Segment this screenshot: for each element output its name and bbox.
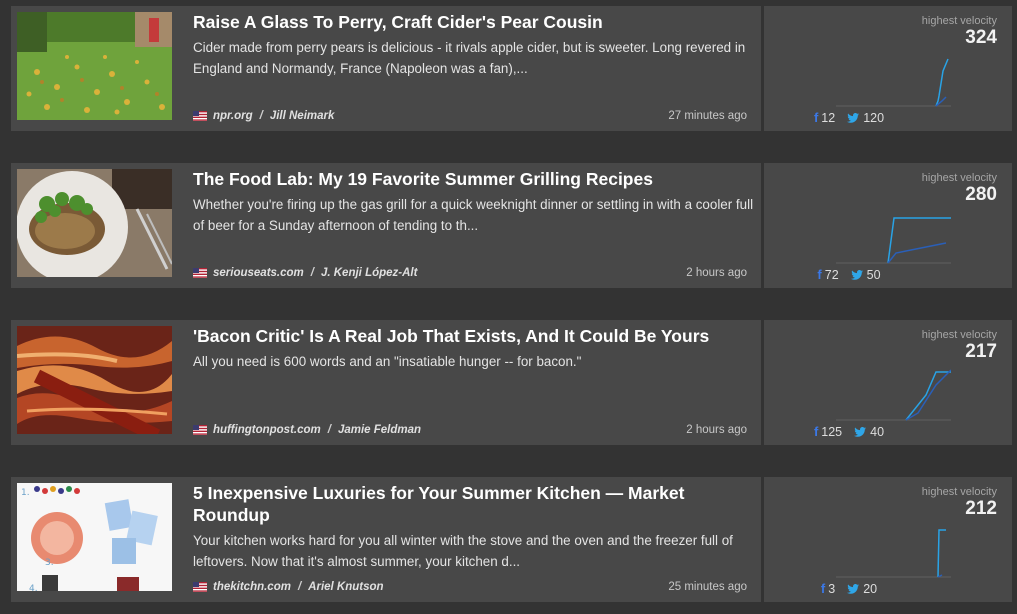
social-counts: f 125 40	[764, 424, 934, 439]
source-link[interactable]: thekitchn.com	[213, 581, 291, 593]
social-counts: f 3 20	[764, 581, 934, 596]
bacon-image	[17, 326, 172, 434]
twitter-icon	[854, 426, 867, 437]
facebook-icon: f	[817, 267, 822, 282]
velocity-sparkline	[836, 208, 951, 264]
article-description: All you need is 600 words and an "insati…	[193, 354, 582, 369]
article-thumbnail[interactable]: 1. 3. 4.	[17, 483, 172, 591]
article-card: The Food Lab: My 19 Favorite Summer Gril…	[11, 163, 1012, 288]
twitter-count: 50	[866, 267, 881, 282]
velocity-label: highest velocity	[921, 329, 997, 341]
article-main: 1. 3. 4. 5 Inexpensive Luxuries for Your…	[11, 477, 761, 602]
kitchen-products-image: 1. 3. 4.	[17, 483, 172, 591]
article-main: 'Bacon Critic' Is A Real Job That Exists…	[11, 320, 761, 445]
article-description: Cider made from perry pears is delicious…	[193, 40, 746, 76]
source-link[interactable]: huffingtonpost.com	[213, 424, 321, 436]
article-title[interactable]: The Food Lab: My 19 Favorite Summer Gril…	[193, 168, 753, 190]
twitter-count: 120	[863, 110, 885, 125]
pears-on-grass-image	[17, 12, 172, 120]
velocity-value: 212	[965, 498, 997, 519]
twitter-icon	[850, 269, 863, 280]
author-link[interactable]: Jamie Feldman	[338, 424, 421, 436]
velocity-panel: highest velocity 212 f 3 20	[764, 477, 1012, 602]
article-meta: huffingtonpost.com / Jamie Feldman	[193, 424, 421, 436]
article-card: 1. 3. 4. 5 Inexpensive Luxuries for Your…	[11, 477, 1012, 602]
us-flag-icon	[193, 582, 207, 592]
velocity-panel: highest velocity 324 f 12 120	[764, 6, 1012, 131]
article-title[interactable]: 5 Inexpensive Luxuries for Your Summer K…	[193, 482, 753, 526]
article-description: Your kitchen works hard for you all wint…	[193, 533, 733, 569]
velocity-sparkline	[836, 51, 951, 107]
article-main: The Food Lab: My 19 Favorite Summer Gril…	[11, 163, 761, 288]
velocity-sparkline	[836, 365, 951, 421]
article-thumbnail[interactable]	[17, 326, 172, 434]
social-counts: f 12 120	[764, 110, 934, 125]
velocity-label: highest velocity	[921, 486, 997, 498]
social-counts: f 72 50	[764, 267, 934, 282]
article-time: 27 minutes ago	[668, 110, 747, 122]
article-description: Whether you're firing up the gas grill f…	[193, 197, 754, 233]
velocity-label: highest velocity	[921, 15, 997, 27]
article-meta: thekitchn.com / Ariel Knutson	[193, 581, 384, 593]
article-card: 'Bacon Critic' Is A Real Job That Exists…	[11, 320, 1012, 445]
article-title[interactable]: 'Bacon Critic' Is A Real Job That Exists…	[193, 325, 753, 347]
author-link[interactable]: Ariel Knutson	[308, 581, 383, 593]
velocity-panel: highest velocity 280 f 72 50	[764, 163, 1012, 288]
facebook-count: 12	[821, 110, 836, 125]
us-flag-icon	[193, 268, 207, 278]
svg-text:3.: 3.	[45, 558, 54, 568]
facebook-count: 125	[821, 424, 843, 439]
article-meta: seriouseats.com / J. Kenji López-Alt	[193, 267, 417, 279]
us-flag-icon	[193, 111, 207, 121]
separator: /	[297, 581, 302, 593]
velocity-value: 324	[965, 27, 997, 48]
grilled-food-plate-image	[17, 169, 172, 277]
article-time: 2 hours ago	[686, 424, 747, 436]
facebook-count: 3	[828, 581, 836, 596]
author-link[interactable]: Jill Neimark	[270, 110, 335, 122]
facebook-icon: f	[813, 424, 819, 439]
article-thumbnail[interactable]	[17, 12, 172, 120]
svg-text:1.: 1.	[21, 488, 30, 498]
author-link[interactable]: J. Kenji López-Alt	[321, 267, 417, 279]
svg-text:4.: 4.	[29, 584, 38, 591]
separator: /	[259, 110, 263, 122]
facebook-count: 72	[824, 267, 839, 282]
separator: /	[310, 267, 314, 279]
facebook-icon: f	[813, 110, 819, 125]
article-thumbnail[interactable]	[17, 169, 172, 277]
velocity-value: 217	[965, 341, 997, 362]
source-link[interactable]: npr.org	[213, 110, 253, 122]
separator: /	[327, 424, 331, 436]
twitter-icon	[847, 112, 860, 123]
article-time: 25 minutes ago	[668, 581, 747, 593]
velocity-label: highest velocity	[921, 172, 997, 184]
velocity-panel: highest velocity 217 f 125 40	[764, 320, 1012, 445]
article-card: Raise A Glass To Perry, Craft Cider's Pe…	[11, 6, 1012, 131]
facebook-icon: f	[820, 581, 826, 596]
article-main: Raise A Glass To Perry, Craft Cider's Pe…	[11, 6, 761, 131]
source-link[interactable]: seriouseats.com	[213, 267, 304, 279]
velocity-value: 280	[965, 184, 997, 205]
twitter-icon	[847, 583, 860, 594]
twitter-count: 40	[870, 424, 885, 439]
velocity-sparkline	[836, 522, 951, 578]
twitter-count: 20	[863, 581, 878, 596]
article-meta: npr.org / Jill Neimark	[193, 110, 334, 122]
article-time: 2 hours ago	[686, 267, 747, 279]
us-flag-icon	[193, 425, 207, 435]
article-title[interactable]: Raise A Glass To Perry, Craft Cider's Pe…	[193, 11, 753, 33]
